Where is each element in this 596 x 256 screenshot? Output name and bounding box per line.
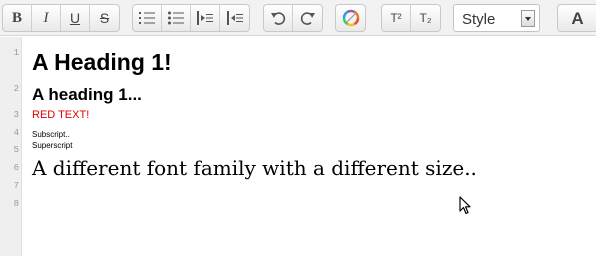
indent-button[interactable]: [191, 5, 220, 31]
ordered-list-button[interactable]: [133, 5, 162, 31]
ordered-list-icon: [139, 12, 155, 24]
line-number: 8: [13, 199, 19, 209]
chevron-down-icon[interactable]: [521, 10, 535, 27]
text-format-group: B I U S: [2, 4, 120, 32]
font-size-icon: A: [571, 8, 584, 28]
line-number: 5: [13, 145, 19, 155]
heading-2-line[interactable]: A heading 1...: [32, 85, 142, 105]
red-text-line[interactable]: RED TEXT!: [32, 109, 89, 121]
script-group: T² T₂: [381, 4, 441, 32]
unordered-list-icon: [168, 11, 184, 25]
heading-1-line[interactable]: A Heading 1!: [32, 49, 172, 76]
italic-icon: I: [43, 9, 49, 26]
editor-content[interactable]: A Heading 1! A heading 1... RED TEXT! Su…: [32, 37, 596, 256]
bold-button[interactable]: B: [3, 5, 32, 31]
outdent-icon: [226, 11, 243, 25]
superscript-button[interactable]: T²: [382, 5, 411, 31]
undo-icon: [271, 12, 286, 25]
text-color-icon: [342, 9, 359, 27]
line-number: 2: [13, 84, 19, 94]
line-number: 7: [13, 181, 19, 191]
text-color-button[interactable]: [336, 5, 365, 31]
font-group: A: [557, 4, 596, 32]
underline-icon: U: [69, 10, 81, 26]
outdent-button[interactable]: [220, 5, 249, 31]
font-size-button[interactable]: A: [558, 5, 596, 31]
editor-toolbar: B I U S T² T₂ Style A: [0, 0, 596, 36]
redo-icon: [300, 12, 315, 25]
line-number: 3: [13, 110, 19, 120]
line-number-gutter: 1 2 3 4 5 6 7 8: [0, 37, 22, 256]
strikethrough-icon: S: [99, 10, 110, 26]
history-group: [263, 4, 323, 32]
subscript-line[interactable]: Subscript..: [32, 130, 70, 139]
strikethrough-button[interactable]: S: [90, 5, 119, 31]
line-number: 1: [13, 48, 19, 58]
line-number: 6: [13, 163, 19, 173]
indent-icon: [197, 11, 213, 25]
bold-icon: B: [11, 9, 22, 26]
subscript-button[interactable]: T₂: [411, 5, 440, 31]
superscript-line[interactable]: Superscript: [32, 141, 72, 150]
unordered-list-button[interactable]: [162, 5, 191, 31]
superscript-icon: T²: [390, 11, 402, 25]
subscript-icon: T₂: [419, 11, 432, 25]
style-select[interactable]: Style: [453, 4, 540, 32]
italic-button[interactable]: I: [32, 5, 61, 31]
underline-button[interactable]: U: [61, 5, 90, 31]
line-number: 4: [13, 128, 19, 138]
redo-button[interactable]: [293, 5, 322, 31]
list-group: [132, 4, 250, 32]
mouse-pointer-icon: [459, 196, 471, 215]
different-font-line[interactable]: A different font family with a different…: [32, 156, 477, 180]
undo-button[interactable]: [264, 5, 293, 31]
color-group: [335, 4, 366, 32]
style-select-value: Style: [462, 11, 496, 28]
